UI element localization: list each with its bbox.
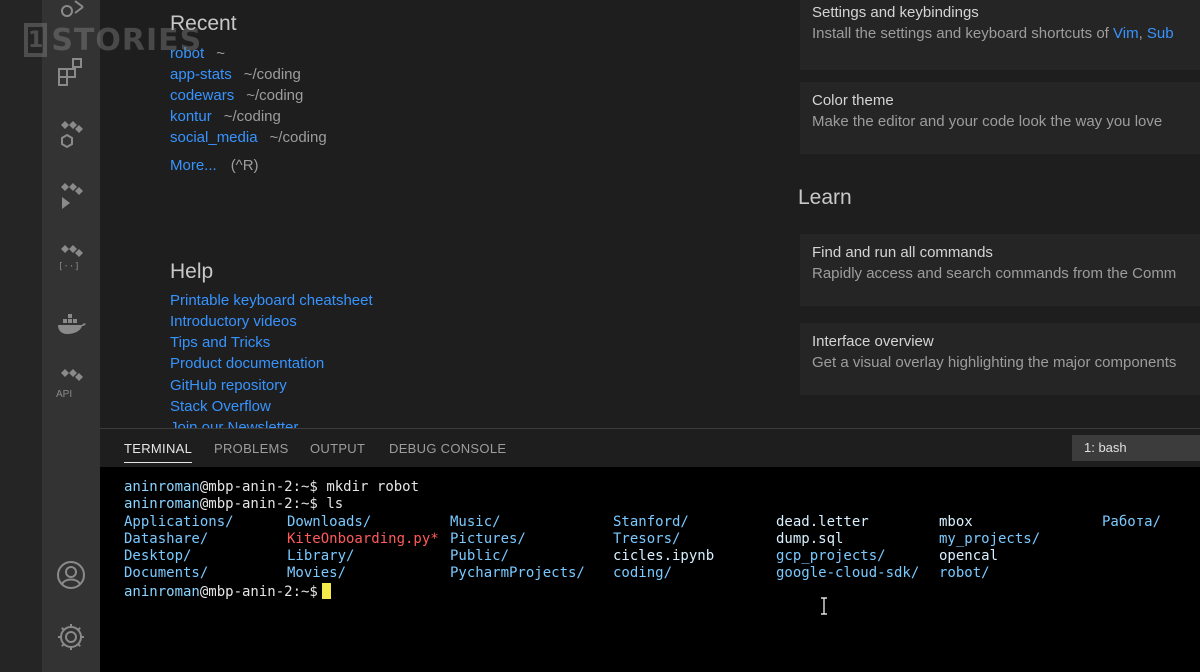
recent-more-label[interactable]: More... [170,157,217,174]
gear-icon[interactable] [52,618,90,656]
interface-overview-card[interactable]: Interface overview Get a visual overlay … [800,323,1200,395]
tab-debug-console[interactable]: DEBUG CONSOLE [389,441,506,456]
tab-problems[interactable]: PROBLEMS [214,441,289,456]
recent-item-name[interactable]: codewars [170,87,234,104]
settings-keybindings-card[interactable]: Settings and keybindings Install the set… [800,0,1200,70]
help-link-newsletter[interactable]: Join our Newsletter [170,419,298,428]
terminal-cursor [321,582,331,599]
card-desc: Get a visual overlay highlighting the ma… [812,354,1177,371]
recent-more-shortcut: (^R) [230,157,259,174]
recent-item[interactable]: app-stats ~/coding [170,66,301,83]
terminal-output[interactable]: aninroman@mbp-anin-2:~$ mkdir robot anin… [124,479,1162,600]
vim-link[interactable]: Vim [1113,25,1139,42]
help-link-cheatsheet[interactable]: Printable keyboard cheatsheet [170,292,373,309]
api-label: API [56,389,73,400]
text-cursor-icon [821,597,827,615]
card-desc: Rapidly access and search commands from … [812,265,1177,282]
recent-item[interactable]: social_media ~/coding [170,129,327,146]
recent-item-name[interactable]: kontur [170,108,212,125]
recent-item-path: ~/coding [243,66,301,83]
bottom-panel: TERMINAL PROBLEMS OUTPUT DEBUG CONSOLE 1… [100,428,1200,672]
card-desc: Make the editor and your code look the w… [812,113,1163,130]
recent-item[interactable]: codewars ~/coding [170,87,303,104]
recent-item-path: ~/coding [223,108,281,125]
terminal-line: aninroman@mbp-anin-2:~$ mkdir robot [124,479,420,495]
stories-watermark: 1 STORIES [24,22,201,58]
activity-left-strip [0,0,42,672]
help-title: Help [170,260,214,283]
card-title: Interface overview [812,333,934,350]
tab-output[interactable]: OUTPUT [310,441,365,456]
recent-item-name[interactable]: social_media [170,129,258,146]
terminal-prompt-line[interactable]: aninroman@mbp-anin-2:~$ [124,582,419,600]
kubernetes-icon[interactable] [52,114,90,152]
recent-more-link[interactable]: More... (^R) [170,157,259,174]
color-theme-card[interactable]: Color theme Make the editor and your cod… [800,82,1200,154]
ls-row: Documents/ Movies/ PycharmProjects/ codi… [124,565,990,582]
ls-row: Datashare/ KiteOnboarding.py* Pictures/ … [124,530,1041,547]
terminal-shell-select[interactable]: 1: bash [1072,435,1200,461]
ls-row: Applications/ Downloads/ Music/ Stanford… [124,513,1162,530]
svg-text:[··]: [··] [58,262,80,272]
recent-item-path: ~/coding [246,87,304,104]
account-icon[interactable] [52,556,90,594]
help-link-stackoverflow[interactable]: Stack Overflow [170,398,271,415]
ls-row: Desktop/ Library/ Public/ cicles.ipynb g… [124,548,999,565]
sublime-link[interactable]: Sub [1147,25,1174,42]
card-desc: Install the settings and keyboard shortc… [812,25,1174,42]
help-link-tips[interactable]: Tips and Tricks [170,334,270,351]
tab-terminal[interactable]: TERMINAL [124,441,193,463]
panel-tabs: TERMINAL PROBLEMS OUTPUT DEBUG CONSOLE 1… [100,429,1200,467]
card-title: Color theme [812,92,894,109]
learn-title: Learn [798,186,852,209]
welcome-page: Recent robot ~ app-stats ~/coding codewars… [100,0,1200,428]
activity-bar: [··] API [0,0,100,672]
terminal-line: aninroman@mbp-anin-2:~$ ls [124,496,344,513]
deploy-icon[interactable] [52,176,90,214]
watermark-box: 1 [24,23,48,57]
help-link-github[interactable]: GitHub repository [170,377,287,394]
card-title: Settings and keybindings [812,4,979,21]
help-link-docs[interactable]: Product documentation [170,355,324,372]
recent-item-path: ~ [216,45,225,62]
recent-item[interactable]: kontur ~/coding [170,108,281,125]
docker-icon[interactable] [52,304,90,342]
find-commands-card[interactable]: Find and run all commands Rapidly access… [800,234,1200,306]
recent-item-name[interactable]: app-stats [170,66,232,83]
card-title: Find and run all commands [812,244,993,261]
recent-item-path: ~/coding [269,129,327,146]
watermark-text: STORIES [51,22,203,58]
help-link-videos[interactable]: Introductory videos [170,313,297,330]
api-explorer-icon[interactable]: [··] [52,238,90,276]
